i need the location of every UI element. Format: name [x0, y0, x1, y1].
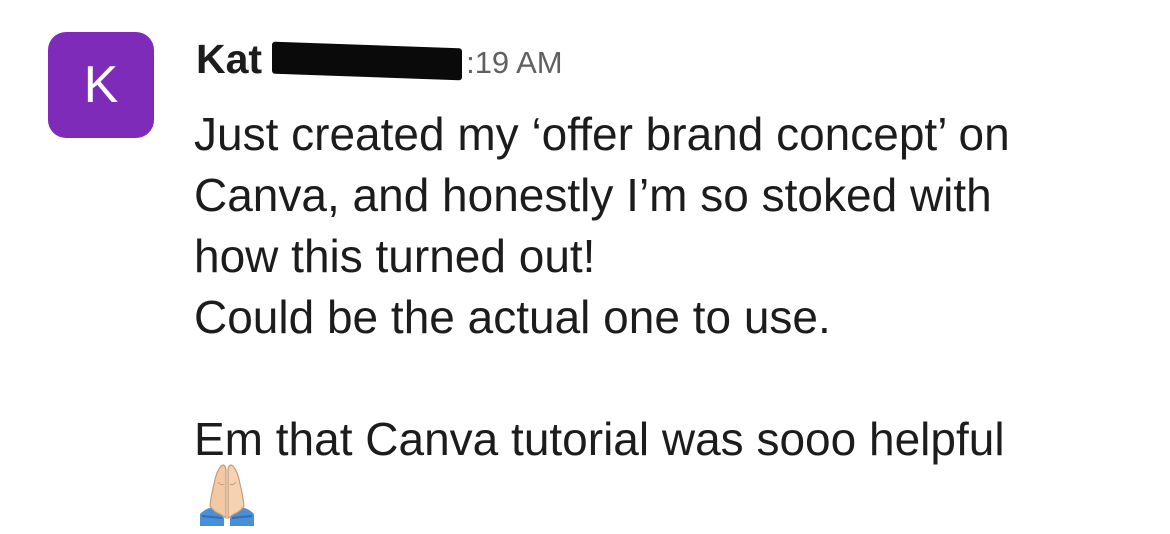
avatar-initial: K	[83, 56, 119, 114]
message-line: how this turned out!	[194, 230, 596, 282]
message-body: Just created my ‘offer brand concept’ on…	[194, 104, 1154, 470]
message-line: Just created my ‘offer brand concept’ on	[194, 108, 1010, 160]
redaction-bar	[272, 41, 463, 81]
folded-hands-icon	[194, 460, 260, 526]
message-line: Em that Canva tutorial was sooo helpful	[194, 413, 1005, 465]
avatar[interactable]: K	[48, 32, 154, 138]
message-line: Could be the actual one to use.	[194, 291, 831, 343]
message-header: Kat :19 AM	[196, 36, 563, 88]
message-timestamp[interactable]: :19 AM	[466, 45, 563, 81]
chat-message: K Kat :19 AM Just created my ‘offer bran…	[0, 0, 1170, 534]
sender-name[interactable]: Kat	[196, 36, 262, 83]
message-line: Canva, and honestly I’m so stoked with	[194, 169, 992, 221]
